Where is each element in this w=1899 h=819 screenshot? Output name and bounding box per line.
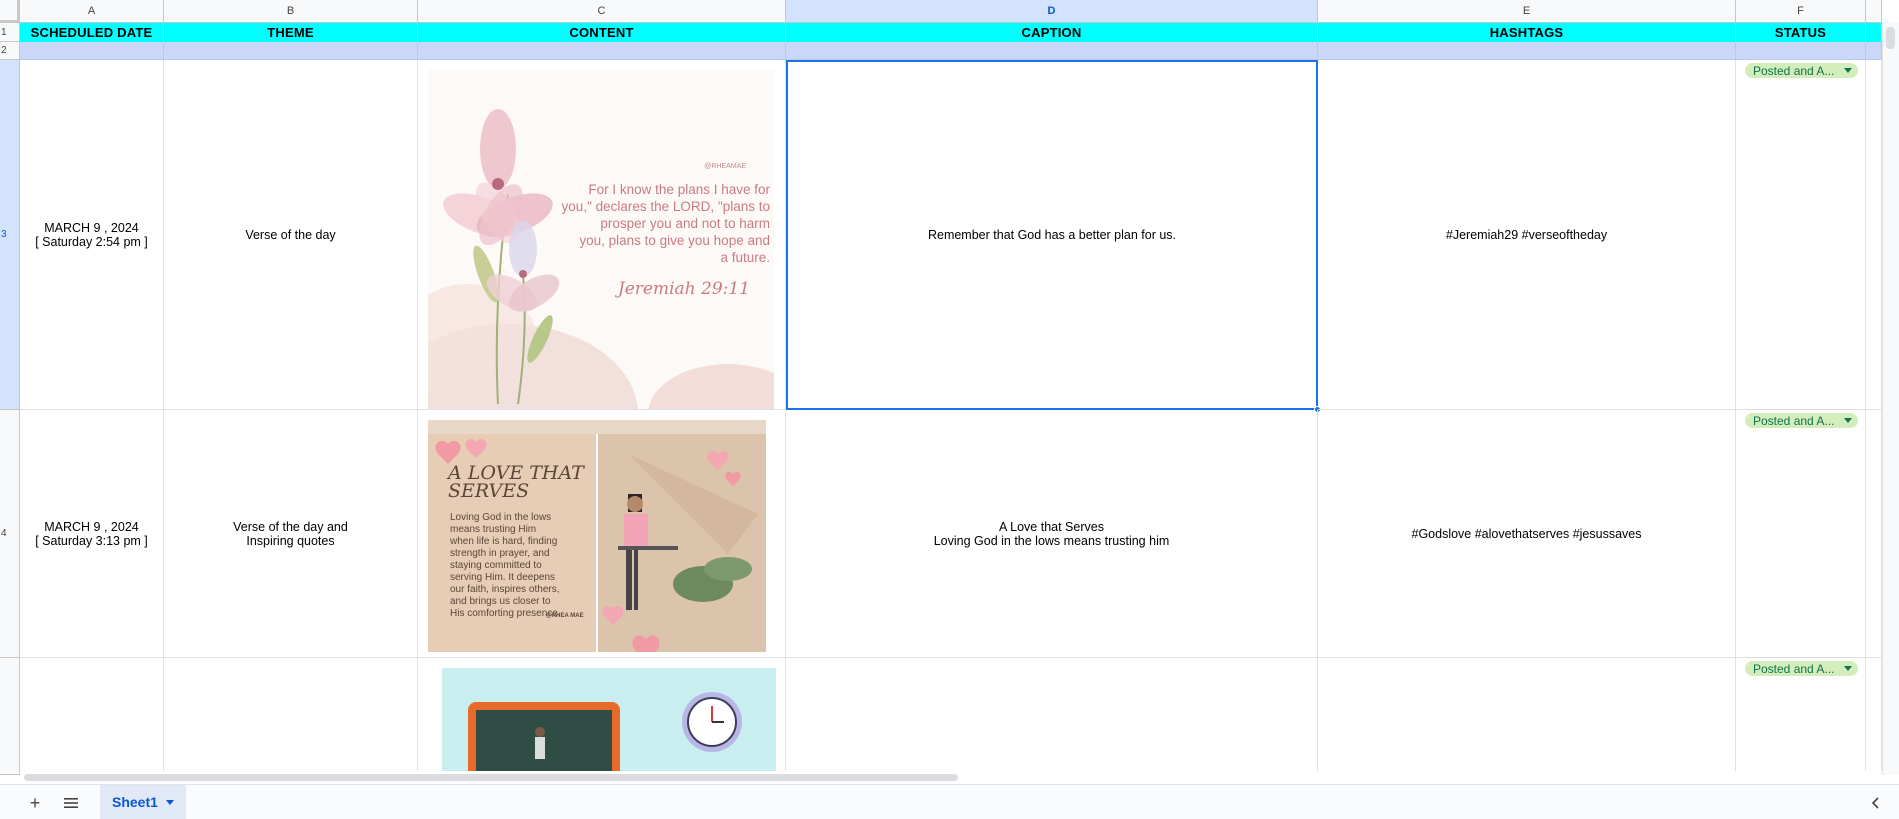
status-chip-label: Posted and A... bbox=[1753, 661, 1835, 676]
verse-handle: @RHEAMAE bbox=[704, 163, 746, 170]
love-body-6: serving Him. It deepens bbox=[450, 572, 555, 583]
caption-cell[interactable] bbox=[786, 658, 1318, 775]
header-theme[interactable]: THEME bbox=[164, 23, 418, 42]
status-cell[interactable]: Posted and A... bbox=[1736, 60, 1866, 410]
love-collage-card: A LOVE THAT SERVES Loving God in the low… bbox=[428, 434, 766, 652]
band-cell[interactable] bbox=[786, 42, 1318, 60]
classroom-collage-image[interactable] bbox=[442, 668, 776, 774]
chevron-left-icon[interactable] bbox=[1864, 791, 1888, 815]
love-card-image[interactable]: A LOVE THAT SERVES Loving God in the low… bbox=[428, 420, 766, 652]
chevron-down-icon bbox=[1844, 418, 1852, 423]
header-hashtags[interactable]: HASHTAGS bbox=[1318, 23, 1736, 42]
status-cell[interactable]: Posted and A... bbox=[1736, 410, 1866, 658]
plus-icon[interactable]: + bbox=[23, 791, 47, 815]
chevron-down-icon[interactable] bbox=[165, 799, 174, 805]
chevron-down-icon bbox=[1844, 666, 1852, 671]
band-cell[interactable] bbox=[1866, 42, 1882, 60]
row-header-3[interactable]: 3 bbox=[0, 60, 20, 410]
floral-verse-card: @RHEAMAE For I know the plans I have for… bbox=[428, 109, 774, 409]
empty-cell[interactable] bbox=[1866, 658, 1882, 775]
hashtags-cell[interactable] bbox=[1318, 658, 1736, 775]
love-handle: @RHEA MAE bbox=[546, 613, 584, 619]
vertical-scroll-thumb[interactable] bbox=[1886, 27, 1895, 49]
band-cell[interactable] bbox=[164, 42, 418, 60]
column-header-e[interactable]: E bbox=[1318, 0, 1736, 23]
header-scheduled-date[interactable]: SCHEDULED DATE bbox=[20, 23, 164, 42]
caption-cell[interactable]: A Love that Serves Loving God in the low… bbox=[786, 410, 1318, 658]
sheet-tab-label: Sheet1 bbox=[112, 794, 158, 810]
column-header-c[interactable]: C bbox=[418, 0, 786, 23]
header-status[interactable]: STATUS bbox=[1736, 23, 1866, 42]
verse-line-2: you," declares the LORD, "plans to bbox=[562, 199, 770, 214]
hashtags-cell[interactable]: #Jeremiah29 #verseoftheday bbox=[1318, 60, 1736, 410]
band-cell[interactable] bbox=[20, 42, 164, 60]
date-cell[interactable] bbox=[20, 658, 164, 775]
column-header-a[interactable]: A bbox=[20, 0, 164, 23]
status-chip[interactable]: Posted and A... bbox=[1745, 413, 1858, 428]
love-body-8: and brings us closer to bbox=[450, 596, 551, 607]
hashtags-cell[interactable]: #Godslove #alovethatserves #jesussaves bbox=[1318, 410, 1736, 658]
love-body-5: staying committed to bbox=[450, 560, 542, 571]
love-body-3: when life is hard, finding bbox=[449, 536, 557, 547]
empty-cell[interactable] bbox=[1866, 60, 1882, 410]
content-cell[interactable]: @RHEAMAE For I know the plans I have for… bbox=[418, 60, 786, 410]
content-cell[interactable] bbox=[418, 658, 786, 775]
band-cell[interactable] bbox=[418, 42, 786, 60]
row-header-4[interactable]: 4 bbox=[0, 410, 20, 658]
column-header-f[interactable]: F bbox=[1736, 0, 1866, 23]
caption-cell[interactable]: Remember that God has a better plan for … bbox=[786, 60, 1318, 410]
verse-reference: Jeremiah 29:11 bbox=[615, 279, 750, 299]
header-extra[interactable] bbox=[1866, 23, 1882, 42]
menu-icon[interactable] bbox=[59, 791, 83, 815]
spreadsheet-grid: A B C D E F 1 2 3 4 SCHEDULED DATE THEME… bbox=[0, 0, 1899, 775]
love-body-2: means trusting Him bbox=[450, 524, 536, 535]
love-body-9: His comforting presence. bbox=[450, 608, 561, 619]
verse-line-5: a future. bbox=[720, 250, 770, 265]
verse-line-3: prosper you and not to harm bbox=[600, 216, 770, 231]
theme-cell[interactable] bbox=[164, 658, 418, 775]
column-header-g[interactable] bbox=[1866, 0, 1882, 23]
love-title-2: SERVES bbox=[448, 480, 529, 502]
row-header-5[interactable] bbox=[0, 658, 20, 775]
date-cell[interactable]: MARCH 9 , 2024 [ Saturday 3:13 pm ] bbox=[20, 410, 164, 658]
love-body-1: Loving God in the lows bbox=[450, 512, 551, 523]
column-header-b[interactable]: B bbox=[164, 0, 418, 23]
status-chip-label: Posted and A... bbox=[1753, 63, 1835, 78]
sheet-tab[interactable]: Sheet1 bbox=[100, 785, 186, 819]
verse-card-image[interactable]: @RHEAMAE For I know the plans I have for… bbox=[428, 70, 774, 409]
sheet-tabs-bar: + Sheet1 bbox=[0, 784, 1899, 819]
content-cell[interactable]: A LOVE THAT SERVES Loving God in the low… bbox=[418, 410, 786, 658]
horizontal-scroll-thumb[interactable] bbox=[24, 774, 958, 781]
date-cell[interactable]: MARCH 9 , 2024 [ Saturday 2:54 pm ] bbox=[20, 60, 164, 410]
horizontal-scrollbar[interactable] bbox=[20, 771, 1882, 784]
header-caption[interactable]: CAPTION bbox=[786, 23, 1318, 42]
column-header-d[interactable]: D bbox=[786, 0, 1318, 23]
theme-cell[interactable]: Verse of the day bbox=[164, 60, 418, 410]
status-chip[interactable]: Posted and A... bbox=[1745, 63, 1858, 78]
empty-cell[interactable] bbox=[1866, 410, 1882, 658]
theme-cell[interactable]: Verse of the day and Inspiring quotes bbox=[164, 410, 418, 658]
chevron-down-icon bbox=[1844, 68, 1852, 73]
classroom-clock-card bbox=[468, 692, 742, 774]
row-header-2[interactable]: 2 bbox=[0, 42, 20, 60]
status-chip[interactable]: Posted and A... bbox=[1745, 661, 1858, 676]
band-cell[interactable] bbox=[1318, 42, 1736, 60]
vertical-scrollbar[interactable] bbox=[1882, 23, 1899, 775]
love-body-4: strength in prayer, and bbox=[450, 548, 550, 559]
status-chip-label: Posted and A... bbox=[1753, 413, 1835, 428]
love-body-7: our faith, inspires others, bbox=[450, 584, 560, 595]
select-all-corner[interactable] bbox=[0, 0, 20, 23]
band-cell[interactable] bbox=[1736, 42, 1866, 60]
row-header-1[interactable]: 1 bbox=[0, 23, 20, 42]
verse-line-4: you, plans to give you hope and bbox=[579, 233, 770, 248]
verse-line-1: For I know the plans I have for bbox=[588, 182, 770, 197]
header-content[interactable]: CONTENT bbox=[418, 23, 786, 42]
status-cell[interactable]: Posted and A... bbox=[1736, 658, 1866, 775]
